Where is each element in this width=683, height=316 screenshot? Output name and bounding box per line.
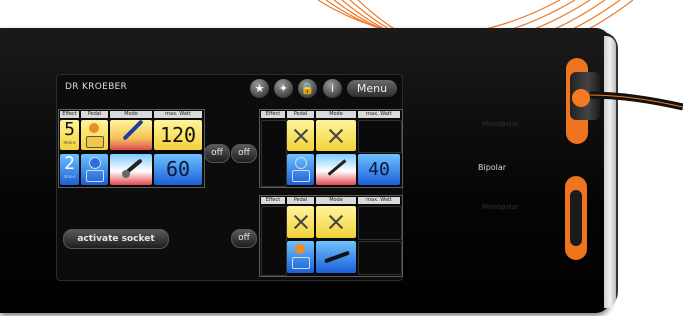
mode-cell-rb-2[interactable] (316, 241, 356, 273)
col-pedal-rb: Pedal (287, 197, 314, 204)
menu-button[interactable]: Menu (347, 80, 397, 97)
watt-cell-rb-1[interactable] (358, 206, 402, 240)
effect-cell-rb[interactable] (261, 206, 287, 276)
socket-label-bottom: Monopolar (482, 203, 519, 211)
pedal-cell-rt-1[interactable] (287, 120, 314, 151)
tools-icon[interactable]: ✦ (274, 79, 293, 98)
effect-value-2: 2 (64, 153, 75, 174)
mode-cell-rb-1[interactable] (316, 206, 356, 238)
watt-value-2: 60 (165, 157, 191, 181)
off-button-right-bottom[interactable]: off (231, 229, 257, 248)
effect-unit-2: mns-s (63, 174, 76, 179)
effect-unit-1: mns-s (63, 140, 76, 145)
disabled-x-icon (292, 127, 310, 145)
right-bottom-output-panel: Effect Pedal Mode max. Watt (259, 195, 403, 277)
col-mode-rb: Mode (316, 197, 356, 204)
col-effect-rb: Effect (261, 197, 285, 204)
star-icon[interactable]: ★ (250, 79, 269, 98)
pedal-cell-rt-2[interactable] (287, 154, 314, 185)
bipolar-label: Bipolar (478, 163, 507, 172)
page-title: DR KROEBER (65, 82, 128, 92)
info-icon[interactable]: i (323, 79, 342, 98)
col-effect: Effect (60, 111, 79, 118)
coag-tip-icon (122, 170, 130, 178)
disabled-x-icon (327, 127, 345, 145)
col-max-watt-rt: max. Watt (358, 111, 400, 118)
coag-mode-icon-rt (327, 159, 347, 176)
pedal-cell-rb-1[interactable] (287, 206, 314, 238)
col-max-watt: max. Watt (154, 111, 202, 118)
col-pedal-rt: Pedal (287, 111, 314, 118)
effect-cell-rt[interactable] (261, 120, 287, 187)
cable (590, 91, 683, 111)
bipolar-forceps-icon (324, 250, 350, 264)
pedal-base-icon-1 (86, 136, 104, 148)
pedal-cell-2[interactable] (81, 154, 108, 185)
pedal-base-icon-2 (86, 170, 104, 182)
pedal-base-icon-rt (292, 170, 310, 182)
pedal-icon-2 (89, 157, 101, 169)
device-bezel (604, 36, 616, 308)
col-pedal: Pedal (81, 111, 108, 118)
pedal-cell-1[interactable] (81, 120, 108, 150)
disabled-x-icon (292, 213, 310, 231)
watt-cell-rt-1[interactable] (358, 120, 402, 153)
pedal-icon-rt (295, 157, 307, 169)
watt-cell-2[interactable]: 60 (154, 154, 202, 185)
watt-cell-rb-2[interactable] (358, 241, 402, 275)
off-button-right-top[interactable]: off (231, 144, 257, 163)
pedal-base-icon-rb (292, 257, 310, 269)
watt-value-rt: 40 (368, 159, 390, 180)
mode-cell-rt-2[interactable] (316, 154, 356, 185)
cut-mode-icon (122, 119, 144, 141)
col-mode-rt: Mode (316, 111, 356, 118)
effect-value-1: 5 (64, 119, 75, 140)
activate-socket-button[interactable]: activate socket (63, 229, 169, 249)
pedal-icon-rb (295, 244, 305, 254)
plug-tip (572, 89, 590, 107)
left-output-panel: Effect Pedal Mode max. Watt 5 mns-s 120 … (58, 109, 205, 188)
effect-cell-2[interactable]: 2 mns-s (60, 154, 79, 185)
right-top-output-panel: Effect Pedal Mode max. Watt 40 (259, 109, 403, 188)
mode-cell-rt-1[interactable] (316, 120, 356, 151)
watt-value-1: 120 (159, 123, 197, 147)
socket-label-top: Monopolar (482, 120, 519, 128)
col-max-watt-rb: max. Watt (358, 197, 400, 204)
mode-cell-2[interactable] (110, 154, 152, 185)
col-effect-rt: Effect (261, 111, 285, 118)
mode-cell-1[interactable] (110, 119, 152, 150)
effect-cell-1[interactable]: 5 mns-s (60, 120, 79, 150)
monopolar-socket-inner (570, 190, 582, 246)
lock-icon[interactable]: 🔒 (298, 79, 317, 98)
off-button-left[interactable]: off (204, 144, 230, 163)
pedal-icon-1 (89, 123, 99, 133)
watt-cell-1[interactable]: 120 (154, 120, 202, 150)
touch-screen: DR KROEBER ★ ✦ 🔒 i Menu Effect Pedal Mod… (56, 74, 403, 281)
watt-cell-rt-2[interactable]: 40 (358, 154, 400, 185)
pedal-cell-rb-2[interactable] (287, 241, 314, 273)
col-mode: Mode (110, 111, 152, 118)
disabled-x-icon (327, 213, 345, 231)
